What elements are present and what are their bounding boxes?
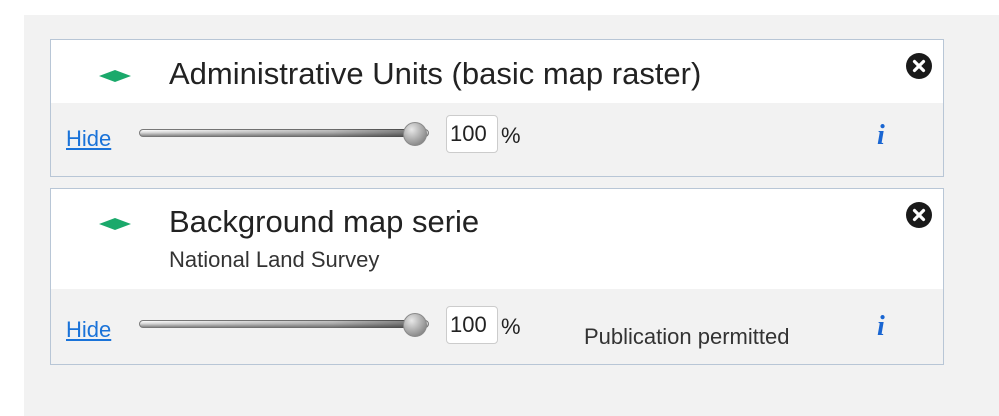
slider-fill [139,320,415,328]
opacity-unit: % [501,314,521,339]
opacity-input[interactable] [446,115,498,153]
opacity-unit: % [501,123,521,148]
close-icon[interactable] [906,53,932,79]
layer-header: Background map serie National Land Surve… [51,189,943,289]
layer-header: Administrative Units (basic map raster) [51,40,943,103]
opacity-input[interactable] [446,306,498,344]
opacity-slider[interactable] [139,313,439,337]
layer-card-background-map: Background map serie National Land Surve… [50,188,944,365]
info-icon[interactable]: i [877,313,885,341]
layer-provider: National Land Survey [169,247,380,272]
layer-diamond-icon [99,70,131,82]
close-icon[interactable] [906,202,932,228]
slider-fill [139,129,415,137]
layer-title: Administrative Units (basic map raster) [169,56,702,91]
layer-card-administrative-units: Administrative Units (basic map raster) … [50,39,944,177]
slider-handle[interactable] [403,313,427,337]
info-icon[interactable]: i [877,122,885,150]
hide-layer-link[interactable]: Hide [66,319,111,341]
slider-handle[interactable] [403,122,427,146]
hide-layer-link[interactable]: Hide [66,128,111,150]
opacity-slider[interactable] [139,122,439,146]
layer-diamond-icon [99,218,131,230]
publication-status: Publication permitted [584,324,790,349]
layer-title: Background map serie [169,204,480,239]
